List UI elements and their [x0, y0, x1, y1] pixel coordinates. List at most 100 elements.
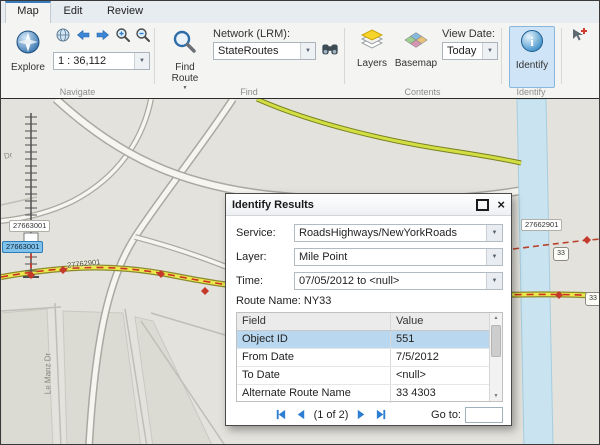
scrollbar-up-icon[interactable]: ▲	[490, 315, 502, 321]
group-divider	[501, 28, 502, 84]
dropdown-icon[interactable]: ▼	[486, 225, 502, 241]
route-shield: 33	[585, 292, 600, 306]
street-name-le-manz: Le Manz Dr	[44, 339, 53, 409]
find-route-label: Find Route	[162, 62, 208, 84]
forward-arrow-icon	[95, 27, 111, 48]
first-page-button[interactable]	[274, 408, 288, 422]
service-combo[interactable]: RoadsHighways/NewYorkRoads ▼	[294, 224, 503, 242]
scrollbar-down-icon[interactable]: ▼	[490, 393, 502, 399]
dropdown-icon[interactable]: ▼	[486, 273, 502, 289]
explore-label: Explore	[11, 62, 45, 73]
group-label-find: Find	[154, 87, 344, 97]
group-label-identify: Identify	[501, 87, 561, 97]
map-route-diagonal	[257, 99, 521, 163]
column-header-value: Value	[391, 313, 489, 330]
group-divider	[154, 28, 155, 84]
next-extent-button[interactable]	[93, 28, 112, 47]
dropdown-icon[interactable]: ▼	[134, 53, 149, 69]
street-name-partial: Dr	[3, 150, 13, 161]
dropdown-icon[interactable]: ▼	[486, 249, 502, 265]
basemap-button[interactable]: Basemap	[393, 26, 439, 88]
previous-extent-button[interactable]	[73, 28, 92, 47]
binoculars-icon	[321, 40, 339, 63]
find-network-button[interactable]	[320, 42, 339, 61]
next-page-button[interactable]	[354, 408, 368, 422]
table-scrollbar[interactable]: ▲ ▼	[489, 313, 502, 401]
goto-group: Go to:	[431, 406, 503, 423]
zoom-in-icon	[115, 27, 131, 48]
ribbon-tab-bar: Map Edit Review	[1, 1, 599, 24]
network-lrm-combo[interactable]: StateRoutes ▼	[213, 42, 316, 60]
identify-route-tool-button[interactable]	[569, 28, 588, 47]
identify-results-panel: Identify Results × Service: RoadsHighway…	[225, 193, 512, 426]
find-route-icon	[172, 29, 198, 60]
svg-text:i: i	[530, 34, 534, 49]
route-name-row: Route Name: NY33	[236, 295, 331, 307]
zoom-in-button[interactable]	[113, 28, 132, 47]
scrollbar-thumb[interactable]	[491, 325, 501, 357]
network-lrm-value: StateRoutes	[214, 45, 300, 57]
layers-label: Layers	[357, 58, 387, 69]
service-label: Service:	[236, 227, 294, 239]
tab-map[interactable]: Map	[5, 1, 51, 24]
tab-review[interactable]: Review	[97, 1, 153, 22]
layer-value: Mile Point	[295, 251, 486, 263]
table-row[interactable]: Object ID 551	[237, 331, 489, 349]
group-divider	[344, 28, 345, 84]
maximize-icon[interactable]	[476, 199, 489, 211]
time-label: Time:	[236, 275, 294, 287]
goto-input[interactable]	[465, 407, 503, 423]
zoom-out-button[interactable]	[133, 28, 152, 47]
cell-value: 551	[391, 331, 489, 348]
explore-button[interactable]: Explore	[5, 26, 51, 88]
cell-value: 7/5/2012	[391, 349, 489, 366]
cell-field: Object ID	[237, 331, 391, 348]
identify-icon: i	[520, 29, 544, 58]
group-divider	[561, 28, 562, 84]
route-label-pill: 27663001	[9, 220, 50, 232]
dropdown-icon[interactable]: ▼	[300, 43, 315, 59]
route-label-pill: 27662901	[521, 219, 562, 231]
pick-tool-plus-icon	[570, 26, 588, 49]
last-page-button[interactable]	[374, 408, 388, 422]
table-row[interactable]: Alternate Route Name 33 4303	[237, 385, 489, 403]
layer-combo[interactable]: Mile Point ▼	[294, 248, 503, 266]
app-window: Map Edit Review Explore	[0, 0, 600, 445]
attributes-table: Field Value Object ID 551 From Date 7/5/…	[236, 312, 503, 402]
cell-value: 33 4303	[391, 385, 489, 403]
identify-button[interactable]: i Identify	[509, 26, 555, 88]
ribbon: Explore	[1, 23, 599, 99]
layers-icon	[360, 29, 384, 56]
previous-page-button[interactable]	[294, 408, 308, 422]
table-header-row: Field Value	[237, 313, 489, 331]
view-date-value: Today	[443, 45, 482, 57]
route-shield: 33	[553, 247, 569, 261]
zoom-out-icon	[135, 27, 151, 48]
scale-combo[interactable]: 1 : 36,112 ▼	[53, 52, 150, 70]
tab-edit[interactable]: Edit	[51, 1, 95, 22]
panel-title: Identify Results	[232, 199, 314, 211]
goto-label: Go to:	[431, 409, 461, 421]
layers-button[interactable]: Layers	[350, 26, 394, 88]
network-lrm-label: Network (LRM):	[213, 28, 290, 40]
table-row[interactable]: From Date 7/5/2012	[237, 349, 489, 367]
find-route-button[interactable]: Find Route ▼	[161, 26, 209, 88]
pagination-bar: (1 of 2)	[236, 406, 426, 423]
dropdown-icon[interactable]: ▼	[482, 43, 497, 59]
route-name-value: NY33	[304, 295, 332, 307]
service-value: RoadsHighways/NewYorkRoads	[295, 227, 486, 239]
page-indicator: (1 of 2)	[314, 409, 349, 421]
map-blocks	[1, 309, 213, 445]
view-date-combo[interactable]: Today ▼	[442, 42, 498, 60]
table-row[interactable]: To Date <null>	[237, 367, 489, 385]
full-extent-button[interactable]	[53, 28, 72, 47]
map-water	[517, 99, 553, 445]
close-icon[interactable]: ×	[497, 198, 505, 211]
column-header-field: Field	[237, 313, 391, 330]
basemap-icon	[403, 29, 429, 56]
time-combo[interactable]: 07/05/2012 to <null> ▼	[294, 272, 503, 290]
panel-title-bar: Identify Results ×	[226, 194, 511, 216]
back-arrow-icon	[75, 27, 91, 48]
full-extent-globe-icon	[55, 27, 71, 48]
basemap-label: Basemap	[395, 58, 437, 69]
